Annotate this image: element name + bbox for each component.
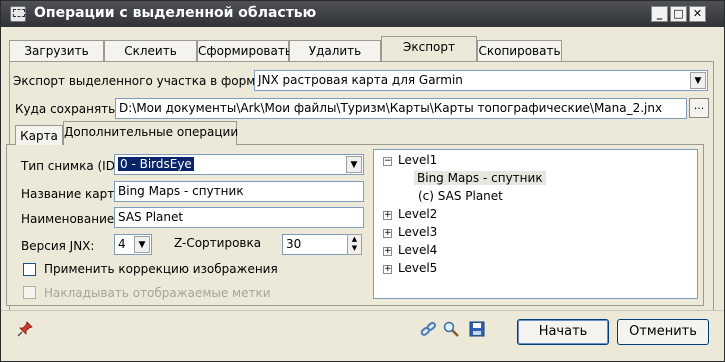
format-value: JNX растровая карта для Garmin	[258, 73, 463, 87]
tree-node-level2[interactable]: Level2	[398, 207, 437, 221]
tree-node-level5[interactable]: Level5	[398, 261, 437, 275]
map-name-input[interactable]: Bing Maps - спутник	[114, 181, 364, 202]
jnx-version-label: Версия JNX:	[21, 239, 95, 253]
start-button[interactable]: Начать	[517, 319, 609, 345]
expand-icon[interactable]: +	[383, 265, 392, 274]
tree-node-bing[interactable]: Bing Maps - спутник	[414, 171, 546, 185]
image-type-label: Тип снимка (ID)	[21, 159, 120, 173]
tree-node-level3[interactable]: Level3	[398, 225, 437, 239]
tree-node-level4[interactable]: Level4	[398, 243, 437, 257]
title-bar[interactable]: Операции с выделенной областью _ □ ✕	[1, 1, 724, 27]
tab-load[interactable]: Загрузить	[9, 40, 104, 62]
tab-delete[interactable]: Удалить	[289, 40, 381, 62]
dialog-window: Операции с выделенной областью _ □ ✕ Заг…	[0, 0, 725, 362]
jnx-version-value: 4	[118, 237, 126, 251]
format-select[interactable]: JNX растровая карта для Garmin ▼	[254, 70, 708, 91]
subtab-extra-operations[interactable]: Дополнительные операции	[63, 121, 238, 145]
window-title: Операции с выделенной областью	[34, 5, 317, 21]
apply-correction-checkbox[interactable]	[23, 263, 36, 276]
spin-up-icon[interactable]: ▲	[348, 235, 361, 244]
expand-icon[interactable]: +	[383, 247, 392, 256]
browse-button[interactable]: ...	[689, 98, 709, 118]
spin-down-icon[interactable]: ▼	[348, 244, 361, 253]
level-tree[interactable]: − Level1 Bing Maps - спутник (c) SAS Pla…	[373, 149, 698, 299]
z-sort-label: Z-Сортировка	[174, 236, 262, 250]
tab-copy[interactable]: Скопировать	[477, 40, 562, 62]
tab-export[interactable]: Экспорт	[381, 36, 477, 62]
chevron-down-icon[interactable]: ▼	[346, 156, 362, 173]
zoom-icon[interactable]	[443, 321, 459, 337]
map-name-label: Название карты	[21, 187, 124, 201]
subtab-map[interactable]: Карта	[15, 125, 63, 145]
z-sort-spinner[interactable]: ▲ ▼	[347, 234, 362, 255]
jnx-version-select[interactable]: 4 ▼	[114, 234, 152, 255]
save-path-input[interactable]: D:\Мои документы\Ark\Мои файлы\Туризм\Ка…	[115, 98, 687, 119]
format-label: Экспорт выделенного участка в формат	[13, 74, 270, 88]
chevron-down-icon[interactable]: ▼	[690, 72, 706, 89]
expand-icon[interactable]: +	[383, 211, 392, 220]
maximize-button[interactable]: □	[670, 6, 687, 22]
minimize-button[interactable]: _	[651, 6, 668, 22]
naming-label: Наименование:	[21, 212, 119, 226]
collapse-icon[interactable]: −	[383, 157, 392, 166]
tab-combine[interactable]: Склеить	[104, 40, 197, 62]
image-type-select[interactable]: 0 - BirdsEye ▼	[114, 154, 364, 175]
overlay-marks-checkbox[interactable]	[23, 286, 36, 299]
apply-correction-label: Применить коррекцию изображения	[44, 262, 278, 276]
image-type-value: 0 - BirdsEye	[118, 157, 194, 171]
close-button[interactable]: ✕	[689, 6, 706, 22]
tab-generate[interactable]: Сформировать	[197, 40, 292, 62]
link-icon[interactable]	[420, 321, 436, 337]
cancel-button[interactable]: Отменить	[617, 319, 709, 345]
app-icon	[10, 6, 26, 22]
save-path-label: Куда сохранять:	[15, 102, 120, 116]
chevron-down-icon[interactable]: ▼	[134, 236, 150, 253]
tree-node-level1[interactable]: Level1	[398, 153, 437, 167]
footer-divider	[1, 310, 724, 311]
naming-input[interactable]: SAS Planet	[114, 207, 364, 228]
expand-icon[interactable]: +	[383, 229, 392, 238]
pin-icon[interactable]	[17, 321, 33, 337]
save-icon[interactable]	[469, 321, 485, 337]
overlay-marks-label: Накладывать отображаемые метки	[44, 286, 271, 300]
tree-node-sas[interactable]: (c) SAS Planet	[418, 189, 503, 203]
